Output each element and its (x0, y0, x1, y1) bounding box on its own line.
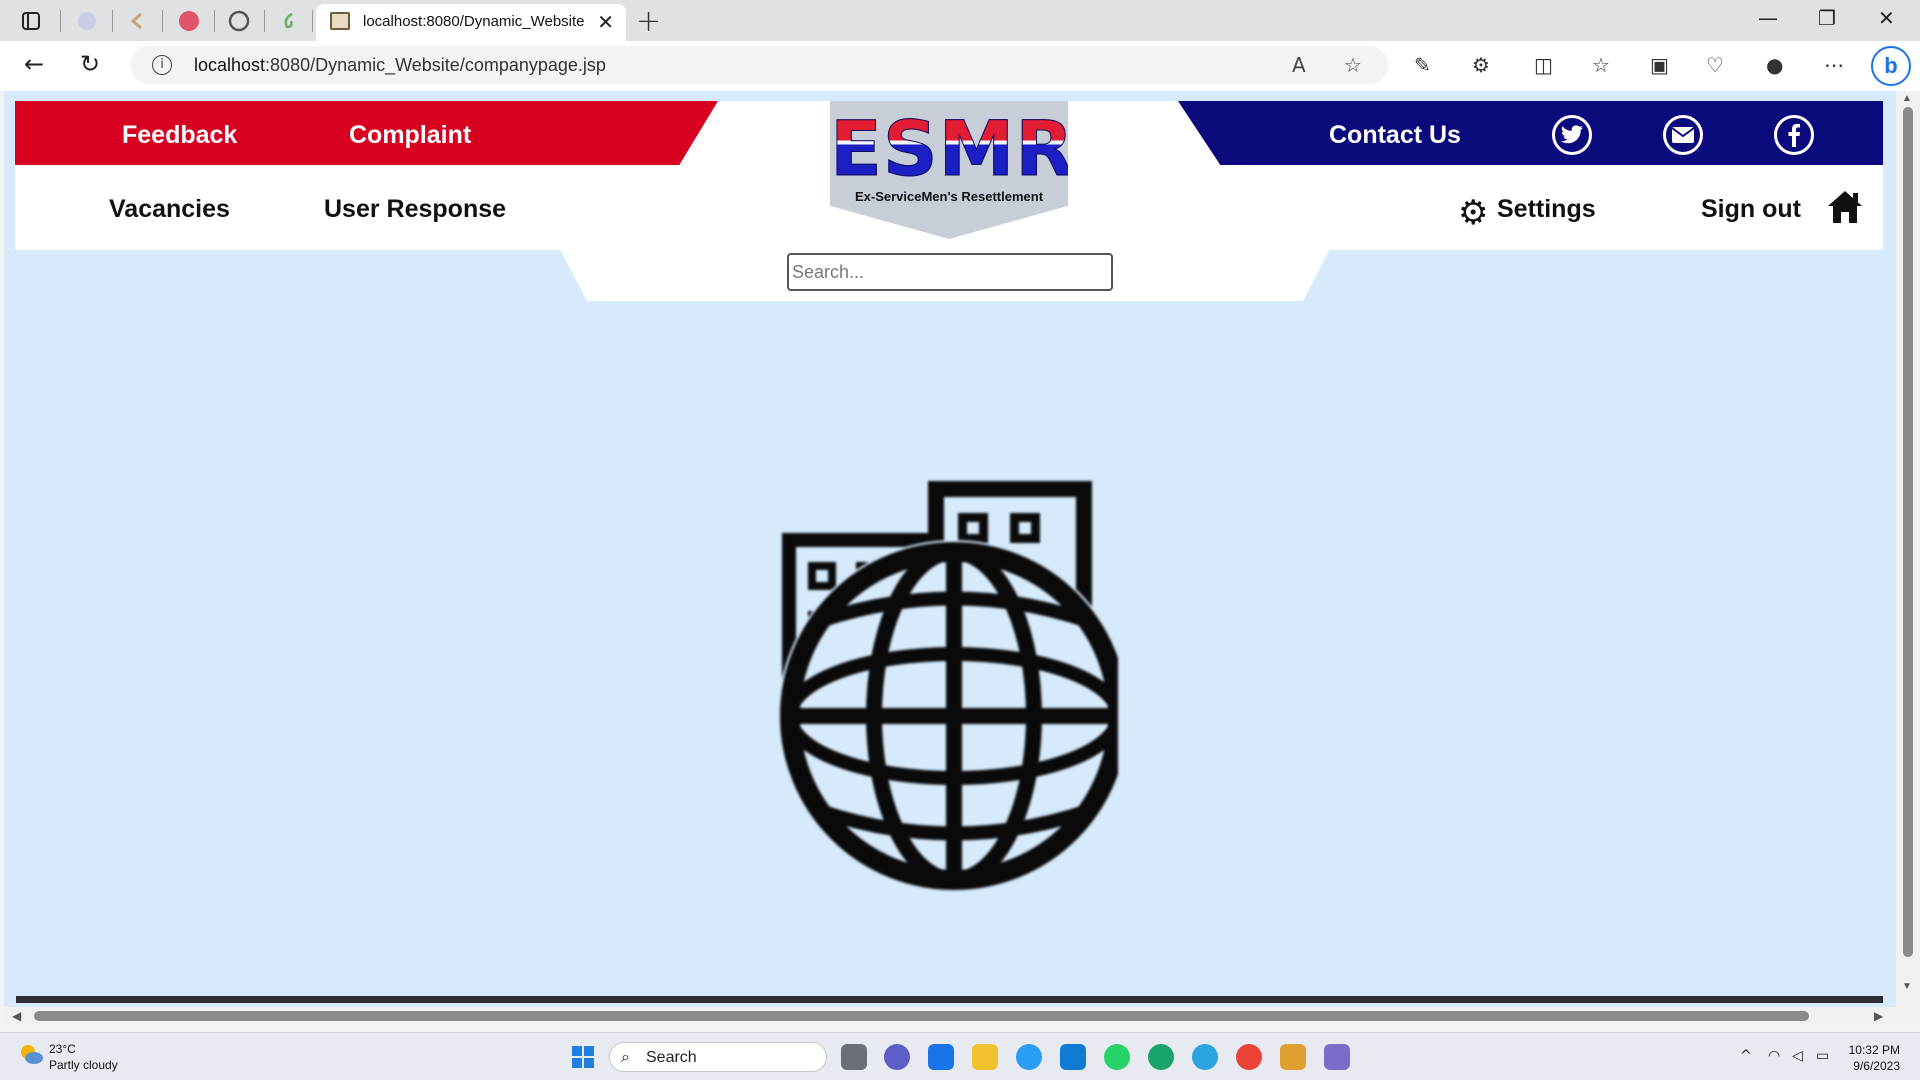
home-icon[interactable] (1826, 189, 1864, 230)
tab-separator (312, 10, 313, 32)
pinned-tab-icon[interactable] (176, 8, 202, 34)
wifi-icon[interactable]: ◠ (1768, 1048, 1780, 1064)
logo-title: ESMR (830, 104, 1075, 193)
sign-out-link[interactable]: Sign out (1701, 195, 1801, 224)
weather-widget[interactable]: 23°C Partly cloudy (49, 1041, 118, 1073)
vertical-scroll-thumb[interactable] (1903, 107, 1913, 957)
tab-favicon-icon (330, 12, 350, 30)
show-hidden-icons-icon[interactable]: ^ (1740, 1048, 1752, 1064)
settings-link[interactable]: Settings (1497, 195, 1596, 224)
facebook-icon[interactable] (1774, 115, 1814, 155)
active-browser-tab[interactable]: localhost:8080/Dynamic_Website ✕ (316, 4, 626, 41)
browser-essentials-icon[interactable]: ♡ (1706, 53, 1724, 77)
footer-bar (16, 996, 1883, 1003)
chrome-icon[interactable] (1236, 1044, 1262, 1070)
start-windows-icon[interactable] (572, 1046, 594, 1068)
user-response-link[interactable]: User Response (324, 195, 506, 224)
more-options-icon[interactable]: ⋯ (1824, 53, 1844, 77)
scroll-down-icon[interactable]: ▼ (1902, 981, 1912, 992)
scroll-up-icon[interactable]: ▲ (1902, 93, 1912, 104)
back-icon[interactable]: ← (24, 50, 44, 78)
safari-app-icon[interactable] (1016, 1044, 1042, 1070)
volume-icon[interactable]: ◁ (1792, 1048, 1803, 1064)
page-viewport: Feedback Complaint Contact Us ESMR Ex-Se… (4, 91, 1896, 1025)
settings-gear-icon[interactable]: ⚙ (1458, 193, 1488, 233)
file-explorer-icon[interactable] (972, 1044, 998, 1070)
horizontal-scroll-thumb[interactable] (34, 1011, 1809, 1021)
pen-toolbar-icon[interactable]: ✎ (1414, 53, 1431, 77)
clock-time: 10:32 PM (1848, 1043, 1900, 1057)
whatsapp-icon[interactable] (1104, 1044, 1130, 1070)
read-aloud-icon[interactable]: A (1292, 53, 1306, 77)
new-tab-icon[interactable]: + (636, 4, 661, 39)
favorites-icon[interactable]: ☆ (1592, 53, 1610, 77)
horizontal-scrollbar[interactable]: ◀ ▶ (4, 1007, 1896, 1025)
scroll-right-icon[interactable]: ▶ (1874, 1009, 1883, 1023)
task-view-icon[interactable] (841, 1044, 867, 1070)
company-globe-icon (778, 481, 1118, 892)
feedback-link[interactable]: Feedback (122, 121, 237, 150)
site-info-icon[interactable]: i (152, 55, 172, 75)
windows-taskbar: 23°C Partly cloudy ⌕ Search ^ ◠ ◁ ▭ 10:3… (0, 1032, 1920, 1080)
clock-date: 9/6/2023 (1853, 1059, 1900, 1073)
address-bar[interactable]: i localhost:8080/Dynamic_Website/company… (130, 46, 1388, 84)
edge-browser-icon[interactable] (1148, 1044, 1174, 1070)
tab-separator (162, 10, 163, 32)
tab-separator (112, 10, 113, 32)
profile-icon[interactable]: ● (1766, 53, 1783, 77)
eclipse-icon[interactable] (1324, 1044, 1350, 1070)
battery-icon[interactable]: ▭ (1816, 1048, 1829, 1064)
search-icon: ⌕ (621, 1047, 630, 1066)
favorite-star-icon[interactable]: ☆ (1344, 53, 1362, 77)
restore-icon[interactable]: ❐ (1818, 6, 1836, 30)
close-window-icon[interactable]: ✕ (1878, 6, 1895, 30)
refresh-icon[interactable]: ↻ (80, 50, 100, 78)
vscode-icon[interactable] (1060, 1044, 1086, 1070)
contact-us-link[interactable]: Contact Us (1329, 121, 1461, 150)
mail-icon[interactable] (1663, 115, 1703, 155)
taskbar-search-label: Search (646, 1049, 697, 1066)
bing-copilot-icon[interactable]: b (1871, 46, 1911, 86)
close-tab-icon[interactable]: ✕ (597, 10, 614, 35)
tab-actions-icon[interactable] (18, 8, 44, 34)
telegram-icon[interactable] (1192, 1044, 1218, 1070)
collections-icon[interactable]: ▣ (1650, 53, 1669, 77)
system-clock[interactable]: 10:32 PM 9/6/2023 (1840, 1042, 1900, 1074)
browser-toolbar: ← ↻ i localhost:8080/Dynamic_Website/com… (0, 41, 1920, 91)
minimize-icon[interactable]: — (1758, 6, 1778, 30)
tab-separator (264, 10, 265, 32)
extensions-icon[interactable]: ⚙ (1472, 53, 1490, 77)
pinned-tab-icon[interactable] (74, 8, 100, 34)
weather-temp: 23°C (49, 1042, 76, 1056)
teams-icon[interactable] (884, 1044, 910, 1070)
browser-tab-strip: localhost:8080/Dynamic_Website ✕ + — ❐ ✕ (0, 0, 1920, 41)
pinned-tab-icon[interactable] (276, 8, 302, 34)
tab-separator (214, 10, 215, 32)
weather-desc: Partly cloudy (49, 1058, 118, 1072)
url-text[interactable]: localhost:8080/Dynamic_Website/companypa… (194, 55, 606, 76)
mail-app-icon[interactable] (928, 1044, 954, 1070)
complaint-link[interactable]: Complaint (349, 121, 471, 150)
taskbar-search[interactable]: ⌕ Search (609, 1042, 827, 1072)
search-input[interactable] (787, 253, 1113, 291)
vacancies-link[interactable]: Vacancies (109, 195, 230, 224)
app-cube-icon[interactable] (1280, 1044, 1306, 1070)
pinned-tab-icon[interactable] (124, 8, 150, 34)
twitter-icon[interactable] (1552, 115, 1592, 155)
vertical-scrollbar[interactable]: ▲ ▼ (1896, 91, 1920, 1025)
tab-separator (60, 10, 61, 32)
split-screen-icon[interactable]: ◫ (1534, 53, 1553, 77)
weather-icon[interactable] (18, 1043, 44, 1065)
logo-subtitle: Ex-ServiceMen's Resettlement (854, 189, 1044, 204)
tab-title: localhost:8080/Dynamic_Website (363, 13, 585, 30)
scroll-left-icon[interactable]: ◀ (12, 1009, 21, 1023)
github-tab-icon[interactable] (226, 8, 252, 34)
